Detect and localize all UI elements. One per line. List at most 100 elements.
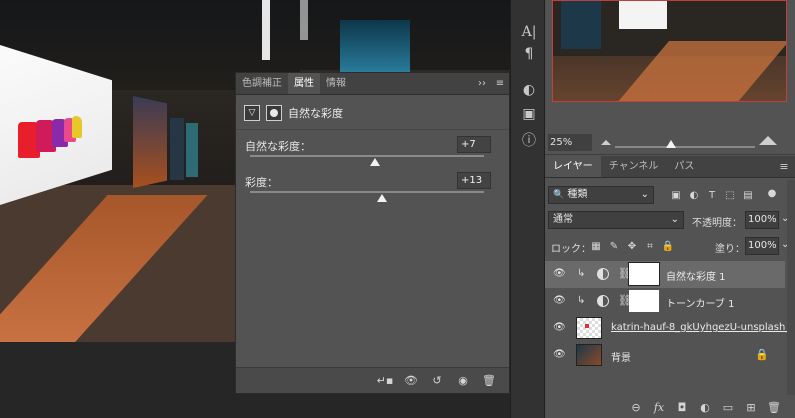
mask-icon[interactable] bbox=[266, 105, 282, 121]
layer-name[interactable]: 自然な彩度 1 bbox=[666, 268, 726, 283]
saturation-value-field[interactable]: +13 bbox=[457, 172, 491, 189]
layer-row[interactable]: 👁 ↳ ⛓ トーンカーブ 1 bbox=[545, 288, 785, 315]
layer-mask-thumbnail[interactable] bbox=[629, 290, 659, 312]
layer-mask-thumbnail[interactable] bbox=[628, 262, 660, 286]
divider bbox=[236, 129, 509, 130]
photo-toy-yellow bbox=[72, 116, 82, 138]
3d-icon[interactable]: ▣ bbox=[519, 104, 539, 124]
photo-ceiling-light bbox=[300, 0, 308, 40]
zoom-field[interactable]: 25% bbox=[548, 134, 592, 151]
saturation-label: 彩度： bbox=[245, 176, 278, 189]
character-icon[interactable]: A| bbox=[519, 22, 539, 42]
zoom-in-icon[interactable] bbox=[759, 136, 777, 145]
canvas-pasteboard bbox=[0, 342, 235, 418]
new-layer-icon[interactable]: ⊞ bbox=[742, 398, 760, 416]
add-mask-icon[interactable]: ◘ bbox=[673, 398, 691, 416]
filter-adjustment-icon[interactable]: ◐ bbox=[687, 188, 701, 202]
fill-label: 塗り： bbox=[715, 244, 745, 255]
layer-row[interactable]: 👁 背景 🔒 bbox=[545, 342, 785, 369]
layer-row[interactable]: 👁 katrin-hauf-8_gkUyhgezU-unsplash_... bbox=[545, 315, 795, 342]
layer-filter-select[interactable]: 🔍 種類 ⌄ bbox=[548, 186, 654, 204]
opacity-field[interactable]: 100% bbox=[745, 211, 779, 229]
new-adjustment-icon[interactable]: ◐ bbox=[696, 398, 714, 416]
link-icon[interactable]: ⊖ bbox=[627, 398, 645, 416]
chevron-down-icon: ⌄ bbox=[640, 189, 649, 200]
tab-channels[interactable]: チャンネル bbox=[601, 156, 667, 177]
lock-image-icon[interactable]: ✎ bbox=[607, 239, 621, 253]
filter-kind-label: 種類 bbox=[567, 189, 588, 200]
new-group-icon[interactable]: ▭ bbox=[719, 398, 737, 416]
visibility-eye-icon[interactable]: 👁 bbox=[553, 349, 566, 361]
layer-name[interactable]: katrin-hauf-8_gkUyhgezU-unsplash_... bbox=[611, 322, 795, 333]
panel-icon-strip: A| ¶ ◐ ▣ ⓘ bbox=[510, 0, 545, 418]
vibrance-slider-track[interactable] bbox=[250, 155, 484, 157]
lock-transparent-icon[interactable]: ▦ bbox=[589, 239, 603, 253]
adjustment-layer-icon bbox=[597, 268, 609, 280]
view-previous-state-icon[interactable]: 👁 bbox=[401, 372, 421, 390]
tab-layers[interactable]: レイヤー bbox=[545, 156, 601, 177]
preview-billboard bbox=[619, 1, 667, 29]
photo-neon-sign bbox=[340, 20, 410, 72]
lock-position-icon[interactable]: ✥ bbox=[625, 239, 639, 253]
lock-artboard-icon[interactable]: ⌗ bbox=[643, 239, 657, 253]
adjustment-title: 自然な彩度 bbox=[288, 107, 343, 120]
layer-thumbnail bbox=[576, 317, 602, 339]
panel-menu-icon[interactable]: ≡ bbox=[491, 73, 509, 94]
filter-shape-icon[interactable]: ⬚ bbox=[723, 188, 737, 202]
trash-icon[interactable]: 🗑 bbox=[479, 372, 499, 390]
filter-type-icon[interactable]: T bbox=[705, 188, 719, 202]
blend-mode-select[interactable]: 通常 ⌄ bbox=[548, 211, 684, 229]
chevron-down-icon: ⌄ bbox=[670, 214, 679, 225]
vibrance-value-field[interactable]: +7 bbox=[457, 136, 491, 153]
layers-tabbar: レイヤー チャンネル パス ≡ bbox=[545, 156, 795, 178]
filter-smart-object-icon[interactable]: ▤ bbox=[741, 188, 755, 202]
preview-sign bbox=[561, 1, 601, 49]
reset-icon[interactable]: ↺ bbox=[427, 372, 447, 390]
fx-icon[interactable]: fx bbox=[650, 398, 668, 416]
navigator-preview[interactable] bbox=[552, 0, 787, 102]
properties-tabbar: 色調補正 属性 情報 ›› ≡ bbox=[236, 73, 509, 95]
saturation-slider-thumb[interactable] bbox=[377, 194, 388, 202]
lock-all-icon[interactable]: 🔒 bbox=[661, 239, 675, 253]
panel-menu-icon[interactable]: ≡ bbox=[773, 156, 795, 177]
photo-ad-panel bbox=[186, 123, 198, 177]
tab-properties[interactable]: 属性 bbox=[288, 73, 320, 94]
filter-pixel-icon[interactable]: ▣ bbox=[669, 188, 683, 202]
info-icon[interactable]: ⓘ bbox=[519, 130, 539, 150]
expand-panel-icon[interactable]: ›› bbox=[473, 73, 491, 94]
vibrance-label: 自然な彩度： bbox=[245, 140, 311, 153]
fill-field[interactable]: 100% bbox=[745, 237, 779, 255]
layer-thumbnail bbox=[576, 344, 602, 366]
visibility-eye-icon[interactable]: 👁 bbox=[553, 295, 566, 307]
adjustments-icon[interactable]: ◐ bbox=[519, 80, 539, 100]
zoom-slider-track[interactable] bbox=[615, 146, 755, 148]
vibrance-slider-thumb[interactable] bbox=[370, 158, 381, 166]
paragraph-icon[interactable]: ¶ bbox=[519, 44, 539, 64]
visibility-eye-icon[interactable]: 👁 bbox=[553, 322, 566, 334]
layer-row[interactable]: 👁 ↳ ⛓ 自然な彩度 1 bbox=[545, 261, 785, 288]
clipping-arrow-icon: ↳ bbox=[577, 295, 586, 306]
navigator-spacer bbox=[545, 104, 795, 131]
tab-info[interactable]: 情報 bbox=[320, 73, 352, 94]
clip-to-layer-icon[interactable]: ↵▪ bbox=[375, 372, 395, 390]
saturation-slider-track[interactable] bbox=[250, 191, 484, 193]
zoom-out-icon[interactable] bbox=[601, 140, 611, 145]
filter-toggle-icon[interactable]: ● bbox=[765, 186, 779, 200]
visibility-eye-icon[interactable]: 👁 bbox=[553, 268, 566, 280]
visibility-icon[interactable]: ◉ bbox=[453, 372, 473, 390]
photo-ad-panel bbox=[133, 96, 167, 188]
lock-icon[interactable]: 🔒 bbox=[755, 348, 769, 361]
opacity-label: 不透明度： bbox=[692, 218, 742, 229]
delete-layer-icon[interactable]: 🗑 bbox=[765, 398, 783, 416]
photo-ad-panel bbox=[170, 118, 184, 180]
right-panel-dock: 25% レイヤー チャンネル パス ≡ 🔍 種類 ⌄ ▣ ◐ T ⬚ ▤ ● 通… bbox=[545, 0, 795, 418]
layer-name[interactable]: 背景 bbox=[611, 349, 631, 364]
layer-name[interactable]: トーンカーブ 1 bbox=[666, 295, 734, 310]
tab-paths[interactable]: パス bbox=[666, 156, 702, 177]
zoom-slider-thumb[interactable] bbox=[666, 140, 676, 148]
navigator-zoom-row: 25% bbox=[545, 131, 795, 155]
layers-scrollbar[interactable] bbox=[787, 180, 795, 395]
photo-ceiling-light bbox=[262, 0, 270, 60]
tab-adjustments[interactable]: 色調補正 bbox=[236, 73, 288, 94]
vibrance-adjustment-icon[interactable]: ▽ bbox=[244, 105, 260, 121]
